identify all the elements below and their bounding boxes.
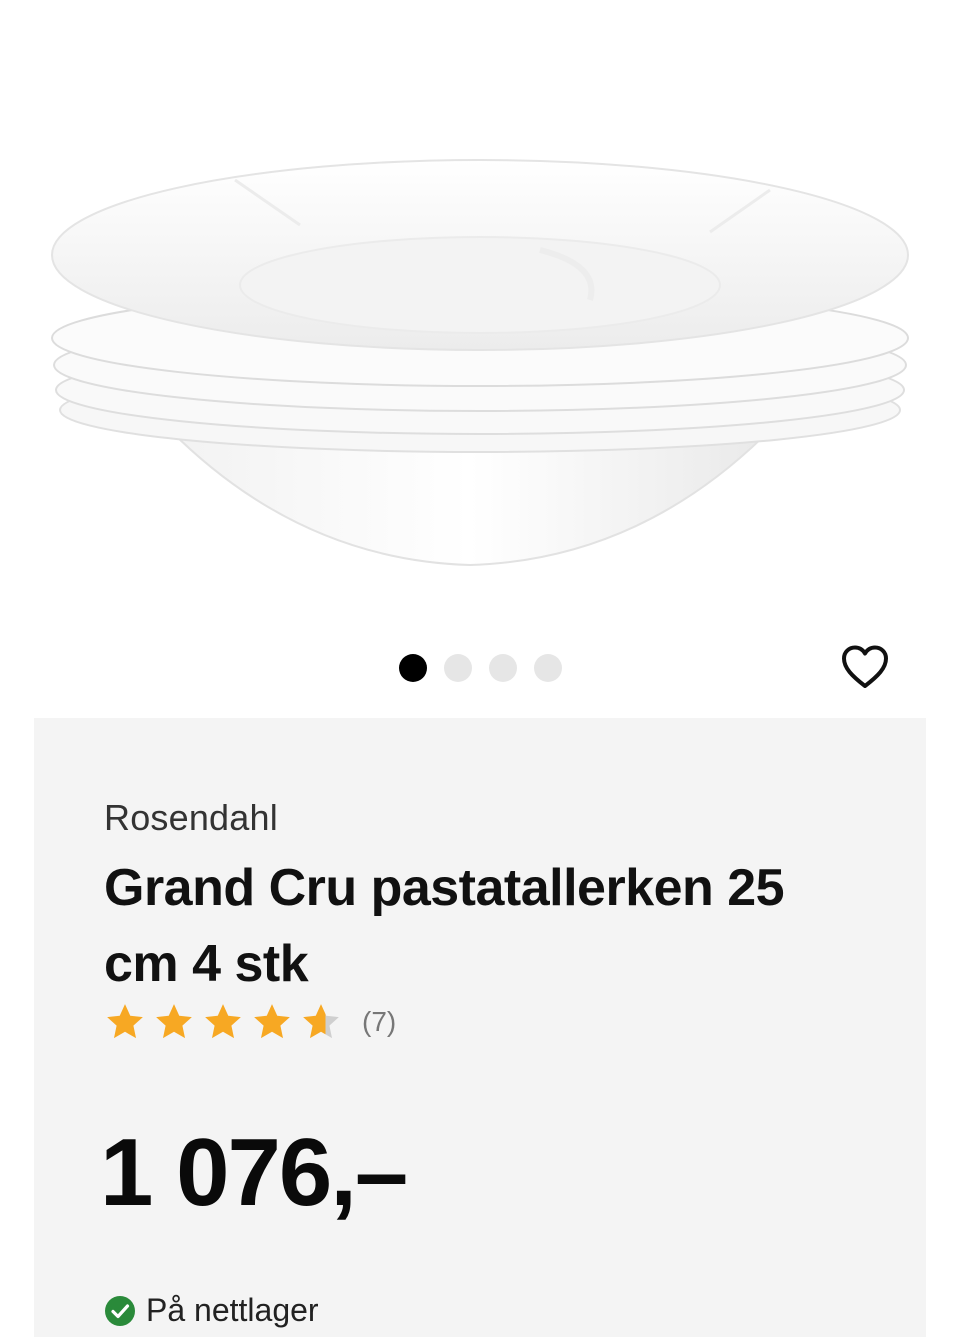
star-icon [107,1004,143,1039]
star-icon [205,1004,241,1039]
gallery-dot-3[interactable] [488,654,517,682]
product-rating[interactable]: (7) [104,1001,396,1043]
rating-stars [104,1001,342,1043]
product-image [51,159,909,567]
gallery-pagination [0,654,960,682]
stock-status: På nettlager [104,1292,319,1329]
star-icon [254,1004,290,1039]
heart-icon [842,645,888,688]
rating-count: (7) [362,1006,397,1037]
star-half-icon [303,1004,339,1039]
gallery-dot-4[interactable] [533,654,562,682]
check-circle-icon [105,1295,135,1326]
favorite-button[interactable] [838,642,892,692]
gallery-dot-1[interactable] [398,654,427,682]
product-brand[interactable]: Rosendahl [104,797,278,839]
stock-status-label: På nettlager [146,1292,319,1328]
product-page: Rosendahl Grand Cru pastatallerken 25 cm… [0,0,960,1337]
product-title: Grand Cru pastatallerken 25 cm 4 stk [104,859,785,993]
gallery-dot-2[interactable] [443,654,472,682]
product-info-panel: Rosendahl Grand Cru pastatallerken 25 cm… [34,718,926,1337]
product-price: 1 076,– [100,1119,408,1226]
star-icon [156,1004,192,1039]
product-image-gallery[interactable] [0,0,960,700]
